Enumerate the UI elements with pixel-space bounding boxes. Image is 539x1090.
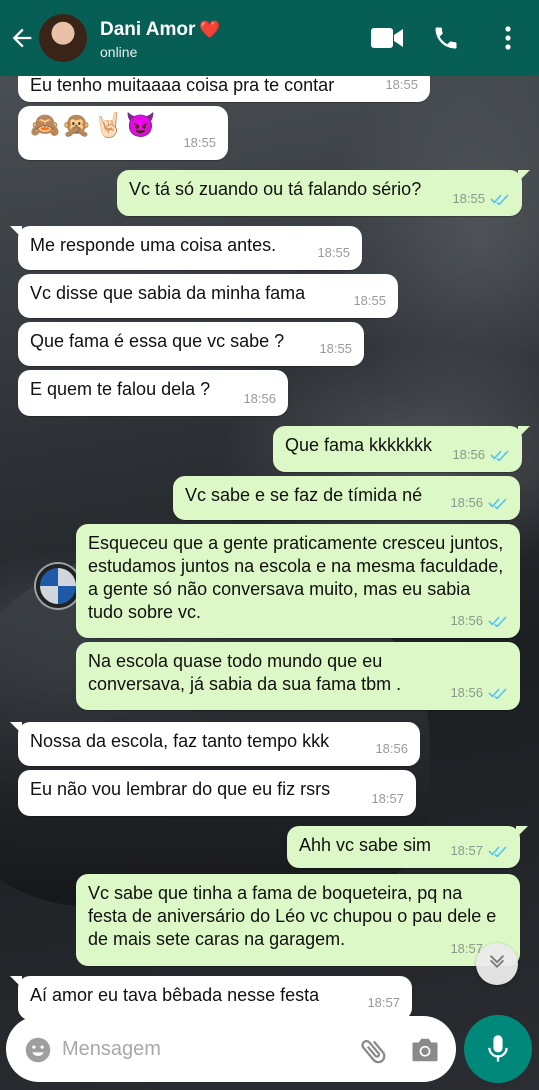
message-incoming[interactable]: Nossa da escola, faz tanto tempo kkk 18:… (10, 722, 420, 766)
attach-icon[interactable] (358, 1035, 390, 1067)
message-incoming[interactable]: Eu não vou lembrar do que eu fiz rsrs 18… (18, 770, 416, 816)
message-time: 18:55 (317, 245, 350, 260)
message-time: 18:55 (319, 341, 352, 356)
message-meta: 18:57 (450, 839, 508, 862)
message-outgoing[interactable]: Vc sabe e se faz de tímida né 18:56 (173, 476, 520, 520)
message-text: Eu não vou lembrar do que eu fiz rsrs (30, 779, 331, 799)
bubble-tail (10, 722, 22, 734)
message-time: 18:56 (375, 741, 408, 756)
message-text: E quem te falou dela ? (30, 379, 211, 399)
message-incoming[interactable]: Que fama é essa que vc sabe ? 18:55 (18, 322, 364, 366)
message-text: Esqueceu que a gente praticamente cresce… (88, 533, 504, 622)
read-ticks-icon (488, 615, 507, 627)
phone-icon[interactable] (432, 24, 460, 52)
bubble-tail (10, 976, 22, 988)
message-time: 18:55 (452, 191, 485, 206)
message-input-bar[interactable]: Mensagem (6, 1016, 456, 1082)
bubble-tail (516, 826, 528, 838)
message-time: 18:56 (243, 391, 276, 406)
message-outgoing[interactable]: Que fama kkkkkkk 18:56 (273, 426, 530, 472)
message-time: 18:57 (450, 843, 483, 858)
camera-icon[interactable] (410, 1036, 440, 1064)
more-vert-icon[interactable] (500, 24, 516, 52)
message-emoji: 🙈🙊🤘🏻😈 (30, 112, 158, 139)
read-ticks-icon (488, 497, 507, 509)
message-time: 18:56 (450, 685, 483, 700)
message-text: Eu tenho muitaaaa coisa pra te contar (30, 75, 335, 95)
message-time: 18:57 (371, 791, 404, 806)
message-text: Que fama é essa que vc sabe ? (30, 331, 285, 351)
message-incoming[interactable]: Aí amor eu tava bêbada nesse festa 18:57 (10, 976, 412, 1020)
video-call-icon[interactable] (370, 26, 404, 50)
contact-status: online (100, 44, 138, 60)
chevron-down-icon (489, 955, 505, 969)
message-incoming[interactable]: 🙈🙊🤘🏻😈 18:55 (18, 106, 228, 160)
message-meta: 18:56 (452, 443, 510, 466)
message-outgoing[interactable]: Na escola quase todo mundo que eu conver… (76, 642, 520, 710)
message-text: Nossa da escola, faz tanto tempo kkk (30, 731, 330, 751)
read-ticks-icon (490, 193, 509, 205)
message-input[interactable]: Mensagem (62, 1038, 161, 1061)
back-arrow-icon[interactable] (8, 24, 36, 52)
bubble-tail (10, 226, 22, 238)
message-text: Na escola quase todo mundo que eu conver… (88, 651, 402, 694)
message-meta: 18:56 (450, 681, 508, 704)
bubble-tail (518, 170, 530, 182)
mic-icon (488, 1035, 508, 1062)
heart-emoji: ❤️ (199, 20, 221, 39)
message-outgoing[interactable]: Esqueceu que a gente praticamente cresce… (76, 524, 520, 638)
message-meta: 18:55 (452, 187, 510, 210)
message-time: 18:55 (353, 293, 386, 308)
emoji-icon[interactable] (24, 1036, 52, 1064)
message-text: Vc disse que sabia da minha fama (30, 283, 306, 303)
bubble-tail (518, 426, 530, 438)
message-text: Aí amor eu tava bêbada nesse festa (30, 985, 320, 1005)
message-text: Vc sabe e se faz de tímida né (185, 485, 423, 505)
message-time: 18:56 (450, 495, 483, 510)
message-time: 18:55 (183, 135, 216, 150)
read-ticks-icon (488, 845, 507, 857)
read-ticks-icon (488, 687, 507, 699)
chat-header: Dani Amor ❤️ online (0, 0, 539, 76)
message-text: Vc tá só zuando ou tá falando sério? (129, 179, 422, 199)
message-text: Vc sabe que tinha a fama de boqueteira, … (88, 883, 497, 949)
message-incoming[interactable]: Vc disse que sabia da minha fama 18:55 (18, 274, 398, 318)
message-text: Que fama kkkkkkk (285, 435, 433, 455)
message-incoming[interactable]: Me responde uma coisa antes. 18:55 (10, 226, 362, 270)
message-outgoing[interactable]: Vc sabe que tinha a fama de boqueteira, … (76, 874, 520, 966)
message-outgoing[interactable]: Vc tá só zuando ou tá falando sério? 18:… (117, 170, 530, 216)
message-time: 18:56 (450, 613, 483, 628)
mic-button[interactable] (464, 1015, 532, 1083)
avatar[interactable] (39, 14, 87, 62)
message-time: 18:56 (452, 447, 485, 462)
message-incoming[interactable]: E quem te falou dela ? 18:56 (18, 370, 288, 416)
message-text: Ahh vc sabe sim (299, 835, 432, 855)
message-meta: 18:56 (450, 491, 508, 514)
read-ticks-icon (490, 449, 509, 461)
message-text: Me responde uma coisa antes. (30, 235, 277, 255)
message-outgoing[interactable]: Ahh vc sabe sim 18:57 (287, 826, 528, 868)
message-meta: 18:56 (450, 609, 508, 632)
message-time: 18:55 (385, 77, 418, 92)
scroll-to-bottom-button[interactable] (476, 943, 518, 985)
contact-name[interactable]: Dani Amor ❤️ (100, 19, 221, 41)
message-time: 18:57 (367, 995, 400, 1010)
wallpaper-bmw-logo (36, 564, 80, 608)
contact-name-text: Dani Amor (100, 19, 196, 40)
